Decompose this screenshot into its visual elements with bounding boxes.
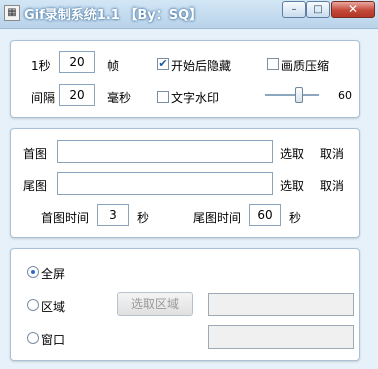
last-time-input[interactable]: 60 [249,204,281,226]
first-image-label: 首图 [23,147,48,161]
slider-value: 60 [338,89,352,102]
images-panel: 首图 选取 取消 尾图 选取 取消 首图时间 3 秒 尾图时间 60 秒 [10,128,360,238]
fps-label: 1秒 [31,59,51,73]
first-time-input[interactable]: 3 [97,204,129,226]
last-image-select[interactable]: 选取 [280,177,304,194]
selected-dot-icon [31,270,35,274]
fps-input[interactable]: 20 [59,51,95,73]
title-bar[interactable]: ▦ Gif录制系统1.1 【By：SQ】 – □ ✕ [0,0,378,29]
fullscreen-label[interactable]: 全屏 [41,265,65,282]
first-time-label: 首图时间 [41,211,90,225]
hide-after-start-checkbox[interactable]: ✔ [157,58,169,70]
first-image-cancel[interactable]: 取消 [320,145,344,162]
text-watermark-checkbox[interactable] [157,91,169,103]
hide-after-start-label[interactable]: 开始后隐藏 [171,57,231,74]
minimize-button[interactable]: – [282,1,306,18]
interval-label: 间隔 [31,91,56,105]
recording-settings-panel: 1秒 20 帧 ✔ 开始后隐藏 画质压缩 间隔 20 毫秒 文字水印 60 [10,40,360,118]
first-image-select[interactable]: 选取 [280,145,304,162]
last-time-unit: 秒 [289,211,302,225]
quality-slider-track[interactable] [265,94,319,96]
quality-compress-checkbox[interactable] [267,58,279,70]
first-image-input[interactable] [57,140,273,163]
last-image-input[interactable] [57,172,273,195]
checkmark-icon: ✔ [158,57,168,70]
maximize-button[interactable]: □ [306,1,330,18]
window-label[interactable]: 窗口 [41,331,65,348]
window-field[interactable] [208,325,354,349]
capture-mode-panel: 全屏 区域 选取区域 窗口 [10,248,360,361]
quality-slider-thumb[interactable] [295,87,303,103]
interval-input[interactable]: 20 [59,84,95,106]
quality-compress-label[interactable]: 画质压缩 [281,57,329,74]
window-title: Gif录制系统1.1 【By：SQ】 [24,8,203,23]
last-image-label: 尾图 [23,179,48,193]
select-region-button[interactable]: 选取区域 [117,292,193,316]
region-radio[interactable] [27,299,39,311]
close-button[interactable]: ✕ [331,1,375,18]
interval-unit-label: 毫秒 [107,91,132,105]
region-label[interactable]: 区域 [41,298,65,315]
first-time-unit: 秒 [137,211,150,225]
app-icon: ▦ [4,5,20,21]
window-radio[interactable] [27,332,39,344]
last-image-cancel[interactable]: 取消 [320,177,344,194]
last-time-label: 尾图时间 [193,211,242,225]
fullscreen-radio[interactable] [27,266,39,278]
text-watermark-label[interactable]: 文字水印 [171,89,219,106]
region-field[interactable] [208,293,354,316]
fps-unit-label: 帧 [107,59,120,73]
